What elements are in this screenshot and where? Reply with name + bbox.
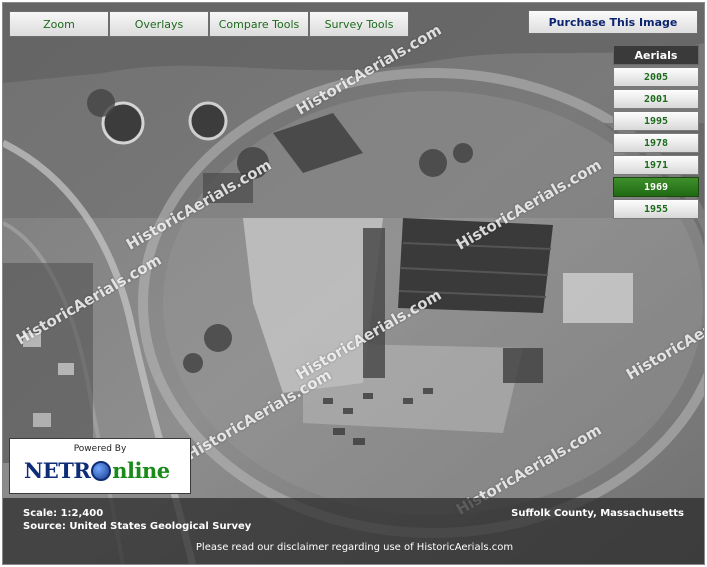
aerial-viewer: HistoricAerials.com HistoricAerials.com …	[2, 2, 705, 565]
info-bar: Scale: 1:2,400 Source: United States Geo…	[3, 498, 704, 564]
aerials-header: Aerials	[613, 45, 699, 65]
scale-label: Scale: 1:2,400	[23, 508, 104, 519]
netronline-logo[interactable]: Powered By NETR nline	[9, 438, 191, 494]
year-button-1969[interactable]: 1969	[613, 177, 699, 197]
year-button-1955[interactable]: 1955	[613, 199, 699, 219]
year-button-2005[interactable]: 2005	[613, 67, 699, 87]
source-label: Source: United States Geological Survey	[23, 521, 252, 532]
aerial-years-panel: Aerials 2005 2001 1995 1978 1971 1969 19…	[613, 45, 699, 219]
brand-part-1: NETR	[24, 458, 91, 483]
powered-by-label: Powered By	[73, 444, 127, 454]
netronline-wordmark: NETR nline	[24, 458, 170, 483]
zoom-button[interactable]: Zoom	[9, 11, 109, 37]
year-button-2001[interactable]: 2001	[613, 89, 699, 109]
purchase-image-button[interactable]: Purchase This Image	[528, 10, 698, 34]
year-button-1978[interactable]: 1978	[613, 133, 699, 153]
county-label: Suffolk County, Massachusetts	[511, 508, 684, 519]
disclaimer-link[interactable]: Please read our disclaimer regarding use…	[3, 542, 704, 553]
compare-tools-button[interactable]: Compare Tools	[209, 11, 309, 37]
survey-tools-button[interactable]: Survey Tools	[309, 11, 409, 37]
brand-part-2: nline	[112, 458, 170, 483]
globe-icon	[91, 461, 112, 481]
overlays-button[interactable]: Overlays	[109, 11, 209, 37]
year-button-1995[interactable]: 1995	[613, 111, 699, 131]
year-button-1971[interactable]: 1971	[613, 155, 699, 175]
